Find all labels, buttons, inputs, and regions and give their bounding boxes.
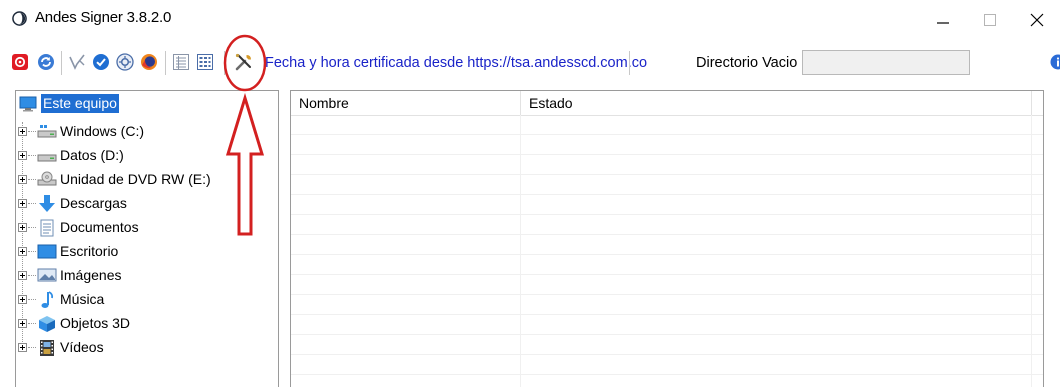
- tree-item-label: Windows (C:): [60, 123, 145, 139]
- tree-item-label: Descargas: [60, 195, 127, 211]
- pictures-icon: [37, 268, 57, 282]
- help-icon[interactable]: [1050, 54, 1060, 70]
- cube-3d-icon: [39, 316, 55, 332]
- toolbar-separator: [61, 51, 62, 75]
- tree-root-label: Este equipo: [40, 93, 120, 114]
- sign-pen-icon[interactable]: [68, 53, 86, 71]
- title-bar: Andes Signer 3.8.2.0: [0, 0, 1060, 40]
- close-icon: [1030, 13, 1044, 27]
- tree-item-label: Unidad de DVD RW (E:): [60, 171, 211, 187]
- minimize-button[interactable]: [920, 0, 966, 40]
- computer-icon: [19, 96, 37, 112]
- table-row: [291, 155, 1043, 175]
- table-row: [291, 135, 1043, 155]
- list-header: Nombre Estado: [291, 91, 1043, 116]
- table-row: [291, 195, 1043, 215]
- desktop-icon: [37, 244, 57, 259]
- expand-icon[interactable]: [18, 223, 27, 232]
- expand-icon[interactable]: [18, 127, 27, 136]
- file-list[interactable]: Nombre Estado: [290, 90, 1044, 387]
- tree-item-label: Escritorio: [60, 243, 119, 259]
- expand-icon[interactable]: [18, 151, 27, 160]
- tools-icon[interactable]: [234, 52, 254, 72]
- window-title: Andes Signer 3.8.2.0: [35, 9, 172, 26]
- app-logo-icon: [12, 11, 27, 26]
- toolbar-separator: [629, 51, 630, 75]
- tree-item-label: Imágenes: [60, 267, 122, 283]
- expand-icon[interactable]: [18, 247, 27, 256]
- tree-item-label: Documentos: [60, 219, 139, 235]
- folder-tree[interactable]: Este equipo Windows (C:) Datos (D:) Unid…: [15, 90, 279, 387]
- table-row: [291, 255, 1043, 275]
- table-row: [291, 235, 1043, 255]
- drive-icon: [37, 154, 57, 162]
- expand-icon[interactable]: [18, 271, 27, 280]
- table-row: [291, 215, 1043, 235]
- table-row: [291, 275, 1043, 295]
- table-row: [291, 295, 1043, 315]
- drive-icon: [37, 125, 57, 138]
- directory-label: Directorio Vacio: [696, 55, 798, 71]
- toolbar: Fecha y hora certificada desde https://t…: [0, 41, 1060, 87]
- tsa-link[interactable]: Fecha y hora certificada desde https://t…: [265, 55, 647, 71]
- verify-check-icon[interactable]: [92, 53, 110, 71]
- document-icon: [40, 219, 54, 237]
- pdf-icon[interactable]: [11, 53, 29, 71]
- tree-item-label: Vídeos: [60, 339, 104, 355]
- table-row: [291, 335, 1043, 355]
- expand-icon[interactable]: [18, 175, 27, 184]
- firefox-icon[interactable]: [140, 53, 158, 71]
- download-arrow-icon: [39, 195, 55, 212]
- tree-item-label: Música: [60, 291, 105, 307]
- details-view-icon[interactable]: [172, 53, 190, 71]
- table-row: [291, 115, 1043, 135]
- list-view-icon[interactable]: [196, 53, 214, 71]
- expand-icon[interactable]: [18, 319, 27, 328]
- expand-icon[interactable]: [18, 343, 27, 352]
- tree-item-label: Datos (D:): [60, 147, 124, 163]
- directory-field[interactable]: [802, 50, 970, 75]
- table-row: [291, 175, 1043, 195]
- refresh-icon[interactable]: [37, 53, 55, 71]
- toolbar-separator: [165, 51, 166, 75]
- tree-item-label: Objetos 3D: [60, 315, 131, 331]
- toolbar-separator: [224, 51, 225, 75]
- maximize-icon: [984, 14, 996, 26]
- film-icon: [40, 340, 54, 356]
- dvd-drive-icon: [37, 171, 57, 186]
- minimize-icon: [937, 22, 949, 24]
- table-row: [291, 355, 1043, 375]
- expand-icon[interactable]: [18, 199, 27, 208]
- table-row: [291, 315, 1043, 335]
- column-header-nombre[interactable]: Nombre: [291, 91, 521, 115]
- maximize-button[interactable]: [967, 0, 1013, 40]
- column-header-estado[interactable]: Estado: [521, 91, 1032, 115]
- close-button[interactable]: [1014, 0, 1060, 40]
- settings-gear-icon[interactable]: [116, 53, 134, 71]
- music-note-icon: [41, 291, 54, 308]
- expand-icon[interactable]: [18, 295, 27, 304]
